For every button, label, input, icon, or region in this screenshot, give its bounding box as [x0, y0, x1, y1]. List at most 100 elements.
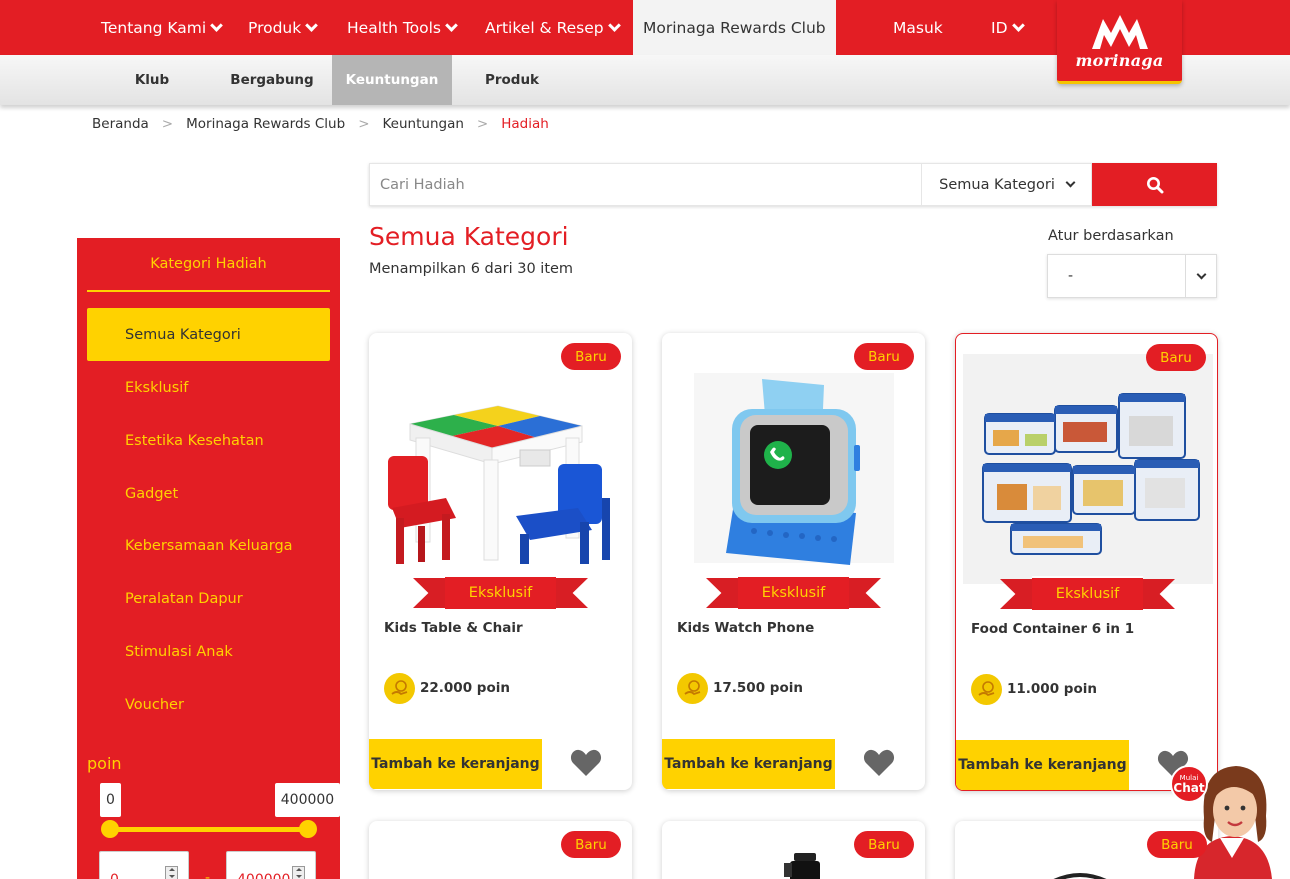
subnav-klub[interactable]: Klub	[112, 55, 192, 105]
add-to-cart-button[interactable]: Tambah ke keranjang	[662, 739, 835, 789]
product-card[interactable]: Baru	[369, 821, 632, 879]
new-badge: Baru	[854, 831, 914, 858]
range-max-handle[interactable]	[299, 820, 317, 838]
chevron-down-icon	[607, 18, 621, 32]
category-peralatan-dapur[interactable]: Peralatan Dapur	[87, 572, 330, 625]
category-sidebar: Kategori Hadiah Semua Kategori Eksklusif…	[77, 238, 340, 879]
category-stimulasi-anak[interactable]: Stimulasi Anak	[87, 625, 330, 678]
product-points: 11.000 poin	[1007, 681, 1097, 697]
nav-produk[interactable]: Produk	[248, 0, 319, 55]
chevron-down-icon	[210, 18, 224, 32]
nav-label: Masuk	[893, 18, 943, 37]
add-to-cart-button[interactable]: Tambah ke keranjang	[369, 739, 542, 789]
breadcrumb-home[interactable]: Beranda	[92, 116, 149, 132]
points-min-input-value: 0	[110, 872, 119, 879]
search-button[interactable]	[1092, 163, 1217, 206]
sort-label: Atur berdasarkan	[1048, 228, 1174, 244]
favorite-heart-icon[interactable]	[570, 749, 602, 781]
sidebar-title: Kategori Hadiah	[87, 238, 330, 292]
product-name[interactable]: Food Container 6 in 1	[971, 621, 1134, 637]
new-badge: Baru	[561, 831, 621, 858]
points-max-input[interactable]: 400000	[226, 851, 316, 879]
search-category-dropdown[interactable]: Semua Kategori	[922, 163, 1092, 206]
category-gadget[interactable]: Gadget	[87, 467, 330, 520]
nav-label: Morinaga Rewards Club	[643, 18, 826, 37]
food-container-image	[962, 354, 1213, 584]
product-name[interactable]: Kids Table & Chair	[384, 620, 523, 636]
exclusive-ribbon: Eksklusif	[1000, 576, 1175, 612]
new-badge: Baru	[561, 343, 621, 370]
points-coin-icon	[971, 674, 1002, 705]
nav-label: Produk	[248, 18, 302, 37]
new-badge: Baru	[1147, 831, 1207, 858]
nav-health-tools[interactable]: Health Tools	[347, 0, 458, 55]
chevron-down-icon	[305, 18, 319, 32]
product-image[interactable]	[369, 353, 632, 583]
morinaga-logo[interactable]: morinaga	[1057, 0, 1182, 84]
breadcrumb-rewards-club[interactable]: Morinaga Rewards Club	[186, 116, 345, 132]
product-card[interactable]: Baru Eksklusif Food Container 6 in 1 11.…	[955, 333, 1218, 791]
category-estetika-kesehatan[interactable]: Estetika Kesehatan	[87, 414, 330, 467]
nav-label: Tentang Kami	[101, 18, 207, 37]
product-image[interactable]	[956, 354, 1217, 584]
sort-dropdown[interactable]: -	[1047, 254, 1217, 298]
breadcrumb-current: Hadiah	[501, 116, 549, 132]
points-min-input[interactable]: 0	[99, 851, 189, 879]
results-count: Menampilkan 6 dari 30 item	[369, 261, 574, 277]
nav-tentang-kami[interactable]: Tentang Kami	[101, 0, 224, 55]
favorite-heart-icon[interactable]	[863, 749, 895, 781]
stepper-icon[interactable]	[165, 866, 178, 879]
language-selector[interactable]: ID	[991, 0, 1025, 55]
breadcrumb-separator: >	[161, 116, 174, 132]
search-input[interactable]	[369, 163, 922, 206]
exclusive-ribbon: Eksklusif	[706, 575, 881, 611]
nav-artikel-resep[interactable]: Artikel & Resep	[485, 0, 621, 55]
range-min-handle[interactable]	[101, 820, 119, 838]
login-link[interactable]: Masuk	[893, 0, 943, 55]
subnav-bergabung[interactable]: Bergabung	[224, 55, 320, 105]
page-title: Semua Kategori	[369, 222, 569, 251]
subnav-keuntungan[interactable]: Keuntungan	[332, 55, 452, 105]
live-chat-widget[interactable]: Mulai Chat	[1168, 750, 1290, 879]
exclusive-ribbon: Eksklusif	[413, 575, 588, 611]
nav-label: ID	[991, 18, 1008, 37]
morinaga-emblem-icon	[1091, 15, 1148, 49]
product-name[interactable]: Kids Watch Phone	[677, 620, 814, 636]
product-card[interactable]: Baru	[662, 821, 925, 879]
product-points: 22.000 poin	[420, 680, 510, 696]
sort-value: -	[1068, 268, 1074, 284]
subnav-produk[interactable]: Produk	[472, 55, 552, 105]
category-voucher[interactable]: Voucher	[87, 678, 330, 731]
chat-bubble-icon[interactable]: Mulai Chat	[1170, 765, 1208, 803]
points-filter-label: poin	[87, 754, 122, 773]
ribbon-label: Eksklusif	[1032, 576, 1143, 612]
product-card[interactable]: Baru	[369, 333, 632, 790]
ribbon-label: Eksklusif	[738, 575, 849, 611]
points-max-input-value: 400000	[237, 872, 290, 879]
search-bar: Semua Kategori	[369, 163, 1217, 206]
points-range-slider[interactable]	[110, 827, 308, 832]
category-kebersamaan-keluarga[interactable]: Kebersamaan Keluarga	[87, 519, 330, 572]
breadcrumb-separator: >	[358, 116, 370, 132]
add-to-cart-button[interactable]: Tambah ke keranjang	[956, 740, 1129, 790]
nav-rewards-club[interactable]: Morinaga Rewards Club	[633, 0, 836, 55]
range-max-value: 400000	[275, 783, 340, 817]
category-semua-kategori[interactable]: Semua Kategori	[87, 308, 330, 361]
kids-watch-phone-image	[693, 373, 894, 565]
range-min-value: 0	[100, 783, 121, 817]
product-points: 17.500 poin	[713, 680, 803, 696]
sort-toggle[interactable]	[1185, 255, 1216, 297]
product-image	[784, 853, 820, 879]
search-icon	[1146, 176, 1163, 193]
product-image	[1053, 873, 1107, 879]
chat-bubble-text: Chat	[1173, 780, 1205, 795]
stepper-icon[interactable]	[292, 866, 305, 879]
chevron-down-icon	[1196, 269, 1206, 279]
product-image[interactable]	[662, 353, 925, 583]
new-badge: Baru	[854, 343, 914, 370]
product-card[interactable]: Baru Eksklusif Kids Watch Phone 17.500 p…	[662, 333, 925, 790]
chevron-down-icon	[1065, 177, 1076, 188]
category-eksklusif[interactable]: Eksklusif	[87, 361, 330, 414]
points-coin-icon	[384, 673, 415, 704]
breadcrumb-keuntungan[interactable]: Keuntungan	[383, 116, 464, 132]
